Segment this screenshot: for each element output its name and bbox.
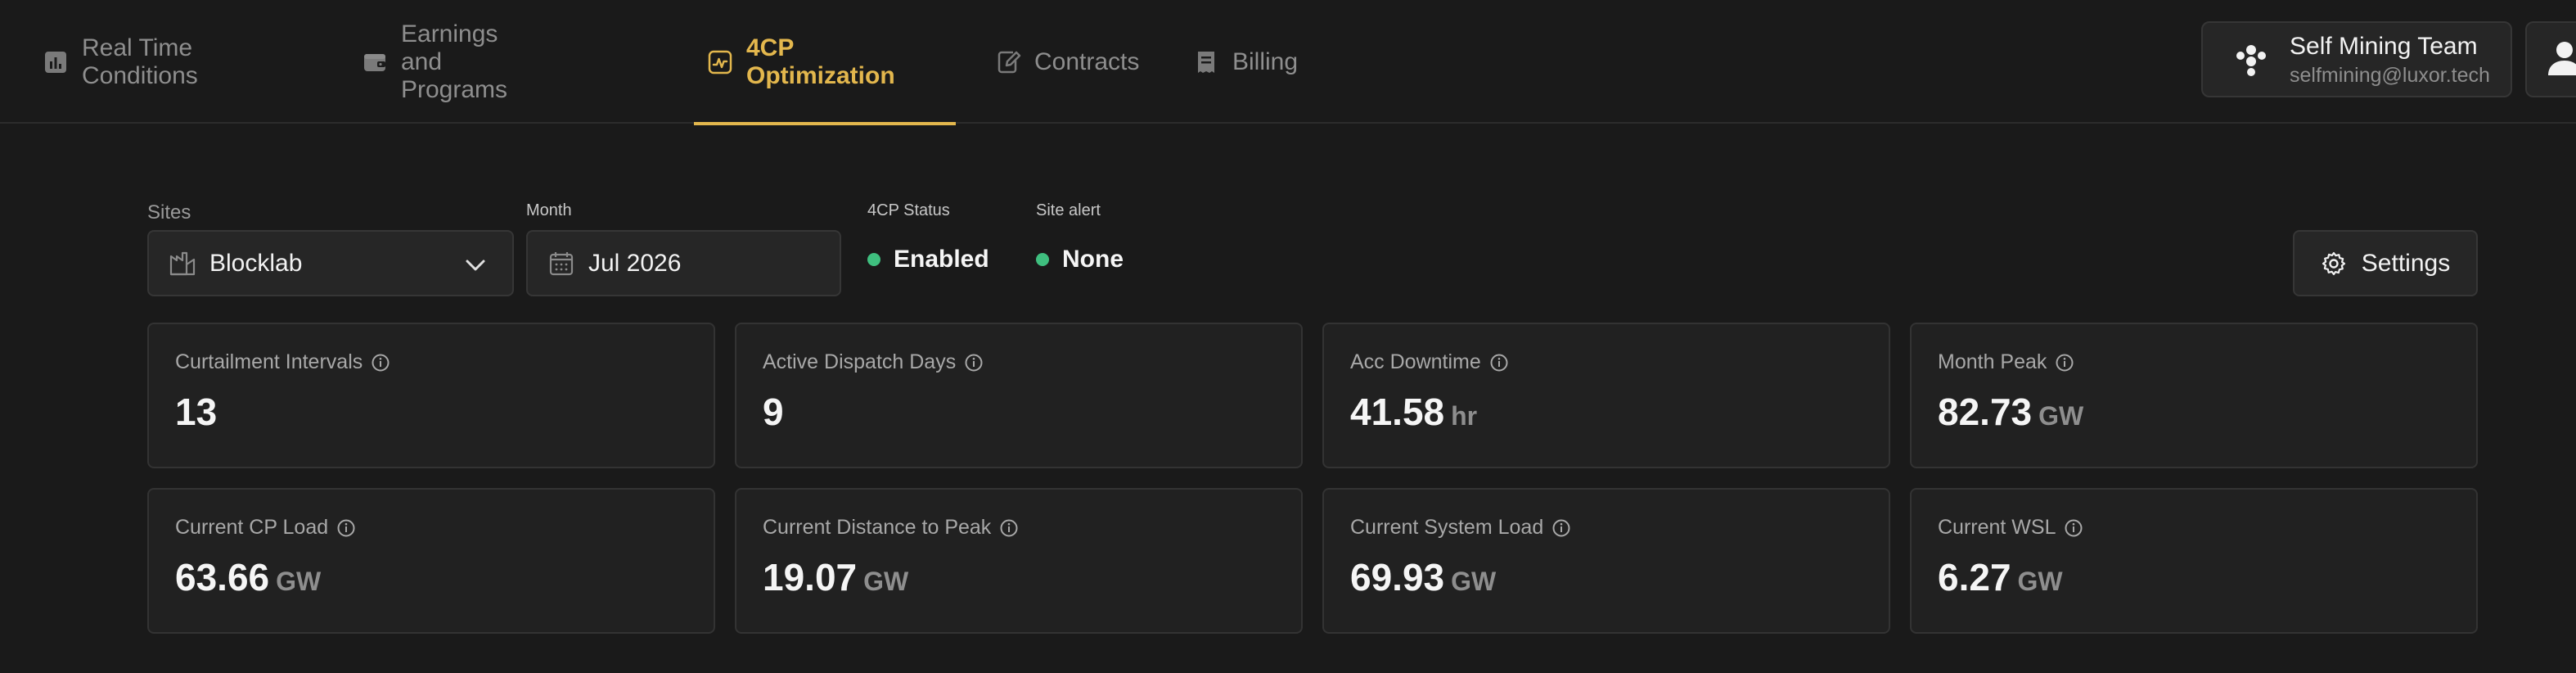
account-email: selfmining@luxor.tech	[2290, 63, 2490, 87]
user-icon	[2548, 39, 2576, 79]
account-switcher[interactable]: Self Mining Team selfmining@luxor.tech	[2201, 21, 2512, 97]
metric-card-current-cp-load: Current CP Load 63.66 GW	[147, 488, 715, 634]
metric-value: 9	[763, 390, 790, 434]
metric-card-current-distance-to-peak: Current Distance to Peak 19.07 GW	[735, 488, 1303, 634]
metric-card-current-system-load: Current System Load 69.93 GW	[1322, 488, 1890, 634]
bar-chart-icon	[43, 49, 69, 75]
metric-title: Curtailment Intervals	[175, 350, 390, 374]
metric-title: Current Distance to Peak	[763, 516, 1019, 540]
tab-real-time-conditions[interactable]: Real Time Conditions	[26, 0, 214, 124]
metric-unit: GW	[2017, 567, 2063, 596]
info-icon[interactable]	[2064, 518, 2083, 538]
metric-card-acc-downtime: Acc Downtime 41.58 hr	[1322, 323, 1890, 468]
metric-title-text: Current WSL	[1938, 516, 2056, 539]
metric-title-text: Acc Downtime	[1350, 350, 1481, 373]
team-icon	[2231, 39, 2272, 80]
metric-value: 69.93 GW	[1350, 555, 1496, 599]
metric-title: Current CP Load	[175, 516, 356, 540]
document-edit-icon	[995, 49, 1021, 75]
month-label: Month	[526, 201, 572, 219]
metric-value: 82.73 GW	[1938, 390, 2083, 434]
wallet-icon	[362, 49, 388, 75]
metric-unit: GW	[2038, 401, 2084, 431]
alert-dot-icon	[1036, 253, 1049, 266]
site-alert-status: None	[1036, 246, 1124, 273]
user-menu-button[interactable]	[2525, 21, 2576, 97]
tab-label: 4CP Optimization	[746, 34, 895, 89]
metric-unit: hr	[1451, 401, 1478, 431]
metric-title-text: Active Dispatch Days	[763, 350, 957, 373]
site-alert-value: None	[1062, 246, 1124, 273]
metric-value: 13	[175, 390, 223, 434]
info-icon[interactable]	[371, 353, 390, 373]
metric-title: Active Dispatch Days	[763, 350, 984, 374]
metric-title: Acc Downtime	[1350, 350, 1509, 374]
info-icon[interactable]	[964, 353, 984, 373]
settings-label: Settings	[2361, 249, 2451, 277]
metric-title: Current WSL	[1938, 516, 2083, 540]
metric-title-text: Current Distance to Peak	[763, 516, 992, 539]
info-icon[interactable]	[1551, 518, 1571, 538]
calendar-icon	[547, 250, 575, 278]
metric-card-current-wsl: Current WSL 6.27 GW	[1910, 488, 2478, 634]
tab-label: Billing	[1232, 47, 1299, 75]
4cp-status-value: Enabled	[894, 246, 989, 273]
metric-title-text: Current System Load	[1350, 516, 1544, 539]
metric-card-month-peak: Month Peak 82.73 GW	[1910, 323, 2478, 468]
month-picker[interactable]: Jul 2026	[526, 230, 841, 296]
metric-title-text: Current CP Load	[175, 516, 329, 539]
sites-value: Blocklab	[209, 249, 303, 277]
factory-icon	[169, 250, 196, 278]
metric-title-text: Month Peak	[1938, 350, 2047, 373]
tab-contracts[interactable]: Contracts	[979, 0, 1155, 124]
status-dot-icon	[867, 253, 880, 266]
info-icon[interactable]	[1489, 353, 1509, 373]
tab-4cp-optimization[interactable]: 4CP Optimization	[694, 0, 956, 125]
tab-label: Contracts	[1034, 47, 1140, 75]
4cp-status: Enabled	[867, 246, 989, 273]
settings-button[interactable]: Settings	[2293, 230, 2478, 296]
metric-value: 6.27 GW	[1938, 555, 2063, 599]
metric-number: 9	[763, 391, 784, 433]
receipt-icon	[1193, 49, 1219, 75]
account-info: Self Mining Team selfmining@luxor.tech	[2290, 31, 2490, 88]
metric-number: 13	[175, 391, 218, 433]
metric-unit: GW	[276, 567, 322, 596]
tab-billing[interactable]: Billing	[1177, 0, 1314, 124]
month-value: Jul 2026	[588, 249, 682, 277]
pulse-chart-icon	[707, 49, 733, 75]
metric-title: Current System Load	[1350, 516, 1571, 540]
team-name: Self Mining Team	[2290, 32, 2478, 60]
chevron-down-icon	[463, 253, 488, 278]
top-navigation-bar: Real Time Conditions Earnings and Progra…	[0, 0, 2576, 125]
info-icon[interactable]	[999, 518, 1019, 538]
metric-card-curtailment-intervals: Curtailment Intervals 13	[147, 323, 715, 468]
metric-number: 6.27	[1938, 556, 2011, 598]
metric-number: 69.93	[1350, 556, 1445, 598]
metric-title-text: Curtailment Intervals	[175, 350, 363, 373]
metric-number: 82.73	[1938, 391, 2033, 433]
metric-value: 41.58 hr	[1350, 390, 1477, 434]
metric-value: 63.66 GW	[175, 555, 321, 599]
4cp-status-label: 4CP Status	[867, 201, 950, 219]
tab-label: Real Time Conditions	[82, 34, 198, 89]
gear-icon	[2321, 251, 2347, 277]
info-icon[interactable]	[336, 518, 356, 538]
metric-card-active-dispatch-days: Active Dispatch Days 9	[735, 323, 1303, 468]
metric-value: 19.07 GW	[763, 555, 908, 599]
site-alert-label: Site alert	[1036, 201, 1101, 219]
sites-select[interactable]: Blocklab	[147, 230, 514, 296]
sites-label: Sites	[147, 201, 191, 224]
metric-number: 63.66	[175, 556, 270, 598]
metric-unit: GW	[1451, 567, 1497, 596]
tab-label: Earnings and Programs	[401, 20, 508, 103]
metric-title: Month Peak	[1938, 350, 2074, 374]
tab-earnings-and-programs[interactable]: Earnings and Programs	[345, 0, 524, 124]
metric-number: 19.07	[763, 556, 858, 598]
metric-number: 41.58	[1350, 391, 1445, 433]
info-icon[interactable]	[2055, 353, 2074, 373]
metric-unit: GW	[863, 567, 909, 596]
